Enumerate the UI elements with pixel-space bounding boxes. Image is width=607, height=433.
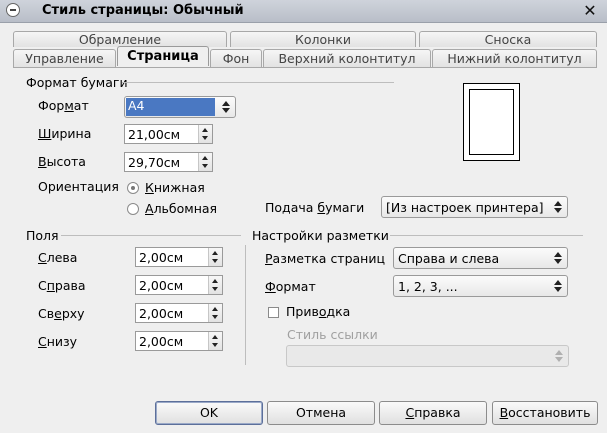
- tab-header[interactable]: Верхний колонтитул: [263, 49, 431, 67]
- margin-left-label: Слева: [38, 250, 78, 265]
- page-layout-select[interactable]: Справа и слева: [393, 247, 568, 269]
- spin-down-icon[interactable]: [212, 315, 218, 319]
- height-spin-arrows[interactable]: [198, 153, 212, 171]
- tab-page[interactable]: Страница: [117, 46, 209, 66]
- paper-tray-value: [Из настроек принтера]: [386, 200, 544, 215]
- paper-format-select[interactable]: A4: [124, 96, 236, 118]
- register-true-label[interactable]: Приводка: [286, 304, 350, 319]
- reference-style-label: Стиль ссылки: [287, 327, 378, 342]
- orientation-label: Ориентация: [38, 179, 119, 194]
- margin-right-label: Справа: [38, 278, 86, 293]
- spin-up-icon[interactable]: [212, 251, 218, 255]
- spin-down-icon[interactable]: [202, 136, 208, 140]
- tab-borders[interactable]: Обрамление: [13, 31, 227, 47]
- margin-right-spin-arrows[interactable]: [208, 276, 222, 294]
- width-spin-arrows[interactable]: [198, 125, 212, 143]
- portrait-radio[interactable]: [127, 182, 139, 194]
- spin-up-icon[interactable]: [212, 335, 218, 339]
- paper-tray-label: Подача бумаги: [265, 200, 365, 215]
- tab-organizer[interactable]: Управление: [13, 49, 116, 67]
- close-icon[interactable]: ✕: [580, 1, 600, 21]
- cancel-button[interactable]: Отмена: [267, 401, 375, 425]
- landscape-radio[interactable]: [127, 203, 139, 215]
- spin-up-icon[interactable]: [212, 307, 218, 311]
- height-value: 29,70см: [128, 155, 181, 170]
- margin-right-value: 2,00см: [139, 278, 184, 293]
- margin-bottom-label: Снизу: [38, 334, 78, 349]
- layout-settings-header: Настройки разметки: [252, 228, 389, 243]
- spin-up-icon[interactable]: [212, 279, 218, 283]
- window-title: Стиль страницы: Обычный: [42, 3, 244, 18]
- margin-bottom-value: 2,00см: [139, 334, 184, 349]
- numbering-format-select[interactable]: 1, 2, 3, ...: [393, 275, 568, 297]
- tab-footnote[interactable]: Сноска: [419, 31, 597, 47]
- numbering-format-label: Формат: [265, 279, 316, 294]
- margin-left-value: 2,00см: [139, 250, 184, 265]
- numbering-format-value: 1, 2, 3, ...: [398, 279, 458, 294]
- tab-background[interactable]: Фон: [210, 49, 262, 67]
- reset-button[interactable]: Восстановить: [492, 401, 598, 425]
- margin-left-stepper[interactable]: 2,00см: [135, 247, 223, 267]
- spin-up-icon[interactable]: [202, 128, 208, 132]
- reference-style-select[interactable]: [286, 345, 569, 367]
- updown-arrows-icon: [554, 280, 562, 292]
- paper-format-header: Формат бумаги: [26, 75, 128, 90]
- width-stepper[interactable]: 21,00см: [124, 124, 213, 144]
- ok-button[interactable]: OK: [155, 401, 263, 425]
- page-layout-label: Разметка страниц: [265, 251, 385, 266]
- title-bar: Стиль страницы: Обычный ✕: [0, 0, 607, 23]
- margin-top-label: Сверху: [38, 306, 85, 321]
- margins-header: Поля: [26, 228, 59, 243]
- spin-down-icon[interactable]: [202, 164, 208, 168]
- margin-bottom-stepper[interactable]: 2,00см: [135, 331, 223, 351]
- paper-tray-select[interactable]: [Из настроек принтера]: [381, 196, 568, 218]
- tab-divider: [13, 67, 597, 68]
- margins-rule: [61, 235, 241, 236]
- updown-arrows-icon: [554, 252, 562, 264]
- height-label: Высота: [38, 154, 86, 169]
- spin-down-icon[interactable]: [212, 343, 218, 347]
- window-menu-icon[interactable]: [6, 3, 20, 17]
- page-preview: [463, 83, 520, 161]
- portrait-label[interactable]: Книжная: [145, 180, 205, 195]
- updown-arrows-icon: [554, 201, 562, 213]
- updown-arrows-icon: [555, 350, 563, 362]
- page-preview-margins: [469, 89, 514, 155]
- updown-arrows-icon: [222, 101, 230, 113]
- tab-columns[interactable]: Колонки: [230, 31, 416, 47]
- height-stepper[interactable]: 29,70см: [124, 152, 213, 172]
- margin-right-stepper[interactable]: 2,00см: [135, 275, 223, 295]
- margin-top-value: 2,00см: [139, 306, 184, 321]
- register-true-checkbox[interactable]: [268, 307, 279, 318]
- paper-format-rule: [122, 82, 394, 83]
- spin-down-icon[interactable]: [212, 259, 218, 263]
- margin-left-spin-arrows[interactable]: [208, 248, 222, 266]
- help-button[interactable]: Справка: [379, 401, 487, 425]
- paper-format-value: A4: [126, 98, 215, 116]
- spin-down-icon[interactable]: [212, 287, 218, 291]
- page-layout-value: Справа и слева: [398, 251, 500, 266]
- landscape-label[interactable]: Альбомная: [145, 201, 217, 216]
- group-separator: [245, 245, 246, 365]
- width-label: Ширина: [38, 126, 92, 141]
- tab-footer[interactable]: Нижний колонтитул: [432, 49, 597, 67]
- margin-bottom-spin-arrows[interactable]: [208, 332, 222, 350]
- margin-top-stepper[interactable]: 2,00см: [135, 303, 223, 323]
- spin-up-icon[interactable]: [202, 156, 208, 160]
- format-label: Формат: [38, 98, 89, 113]
- margin-top-spin-arrows[interactable]: [208, 304, 222, 322]
- width-value: 21,00см: [128, 127, 181, 142]
- layout-settings-rule: [390, 235, 583, 236]
